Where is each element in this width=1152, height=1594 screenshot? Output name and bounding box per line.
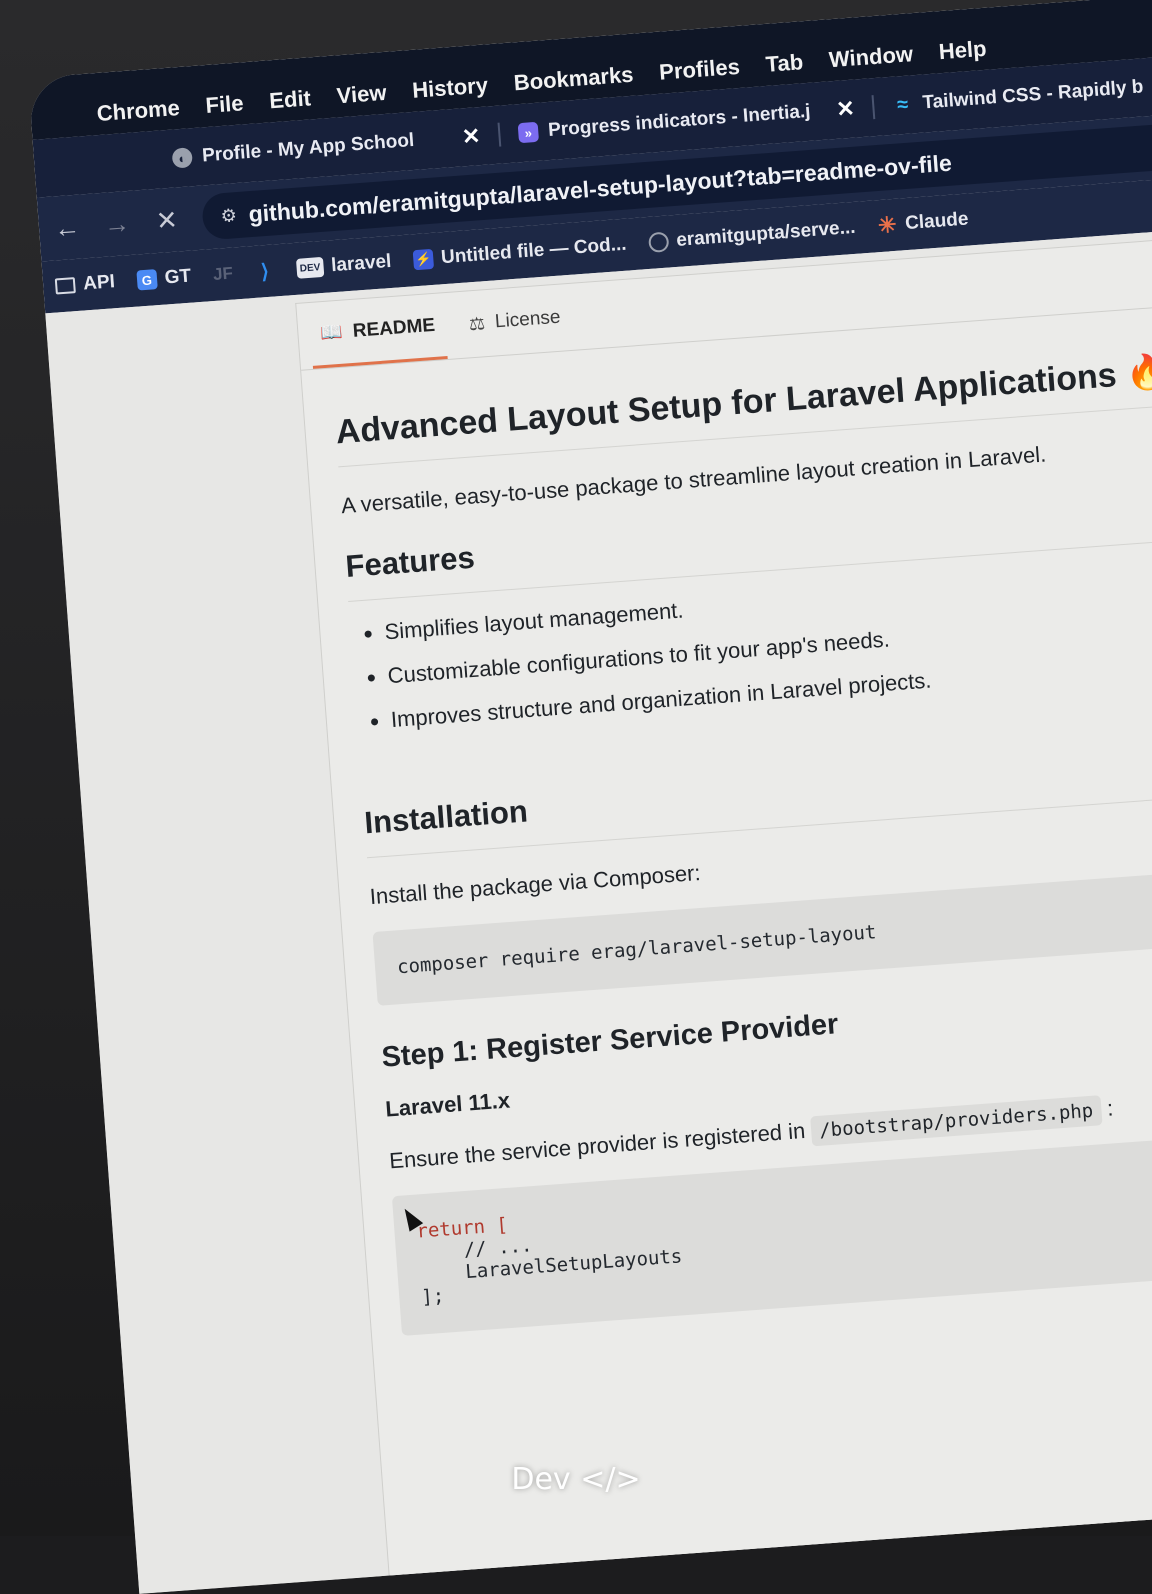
folder-icon xyxy=(54,277,76,295)
menu-window[interactable]: Window xyxy=(828,41,914,73)
bookmark-github[interactable]: eramitgupta/serve... xyxy=(647,216,857,254)
book-icon: 📖 xyxy=(319,321,344,344)
fire-emoji: 🔥 xyxy=(1124,352,1152,394)
vscode-icon: ⟩ xyxy=(260,260,270,283)
readme-body: Advanced Layout Setup for Laravel Applic… xyxy=(304,346,1152,1338)
menu-help[interactable]: Help xyxy=(938,36,987,65)
bookmark-vscode[interactable]: ⟩ xyxy=(254,260,275,283)
bookmark-api[interactable]: API xyxy=(54,271,116,297)
menu-bookmarks[interactable]: Bookmarks xyxy=(513,62,634,97)
readme-container: 📖 README ⚖ License Advanced Layout Setup… xyxy=(295,234,1152,1594)
inertia-icon: » xyxy=(517,121,540,144)
globe-icon: ◐ xyxy=(171,147,193,169)
tab-license[interactable]: ⚖ License xyxy=(457,284,573,358)
tab-title: Progress indicators - Inertia.j xyxy=(547,100,812,142)
tab-title: Profile - My App School xyxy=(201,129,415,167)
close-icon[interactable]: ✕ xyxy=(835,96,855,123)
page-viewport: 📖 README ⚖ License Advanced Layout Setup… xyxy=(45,225,1152,1594)
install-command: composer require erag/laravel-setup-layo… xyxy=(396,921,878,979)
site-settings-icon[interactable]: ⚙ xyxy=(220,205,238,227)
title-text: Advanced Layout Setup for Laravel Applic… xyxy=(334,356,1118,452)
bookmark-laravel[interactable]: DEV laravel xyxy=(296,251,392,280)
menu-tab[interactable]: Tab xyxy=(765,49,804,78)
scale-icon: ⚖ xyxy=(468,312,486,334)
tab-title: Tailwind CSS - Rapidly b xyxy=(921,76,1145,114)
bookmark-label: eramitgupta/serve... xyxy=(675,216,857,251)
bookmark-claude[interactable]: ✳ Claude xyxy=(877,208,970,239)
tab-label: README xyxy=(352,314,436,342)
bookmark-jf[interactable]: JF xyxy=(212,264,233,285)
step1-sentence: Ensure the service provider is registere… xyxy=(388,1117,807,1174)
menu-chrome[interactable]: Chrome xyxy=(96,95,181,127)
bookmark-label: Claude xyxy=(904,208,970,235)
close-icon[interactable]: ✕ xyxy=(461,123,481,150)
providers-path: /bootstrap/providers.php xyxy=(810,1095,1103,1147)
menu-file[interactable]: File xyxy=(205,90,245,119)
menu-view[interactable]: View xyxy=(336,80,388,110)
browser-window: Chrome File Edit View History Bookmarks … xyxy=(28,0,1152,1594)
jf-icon: JF xyxy=(212,263,234,284)
forward-arrow-icon[interactable]: → xyxy=(102,207,132,240)
bookmark-codesandbox[interactable]: ⚡ Untitled file — Cod... xyxy=(412,234,627,272)
claude-icon: ✳ xyxy=(877,211,898,239)
menu-history[interactable]: History xyxy=(411,72,488,103)
back-arrow-icon[interactable]: ← xyxy=(52,211,82,244)
tab-readme[interactable]: 📖 README xyxy=(308,293,448,369)
bookmark-gt[interactable]: G GT xyxy=(136,266,192,292)
dev-icon: DEV xyxy=(296,256,324,279)
menu-edit[interactable]: Edit xyxy=(268,85,311,114)
github-icon xyxy=(647,231,670,253)
lightning-icon: ⚡ xyxy=(412,248,434,271)
code-line: ]; xyxy=(420,1284,446,1309)
stop-loading-icon[interactable]: ✕ xyxy=(152,204,182,237)
tailwind-icon: ≈ xyxy=(896,93,909,116)
bookmark-label: API xyxy=(82,271,116,295)
bookmark-label: laravel xyxy=(330,250,393,277)
tab-label: License xyxy=(494,306,562,333)
google-translate-icon: G xyxy=(136,269,158,291)
bookmark-label: Untitled file — Cod... xyxy=(440,233,628,269)
watermark-text: Dev </> xyxy=(511,1462,641,1497)
bookmark-label: GT xyxy=(163,265,192,289)
step1-colon: : xyxy=(1106,1095,1115,1121)
menu-profiles[interactable]: Profiles xyxy=(658,54,740,86)
